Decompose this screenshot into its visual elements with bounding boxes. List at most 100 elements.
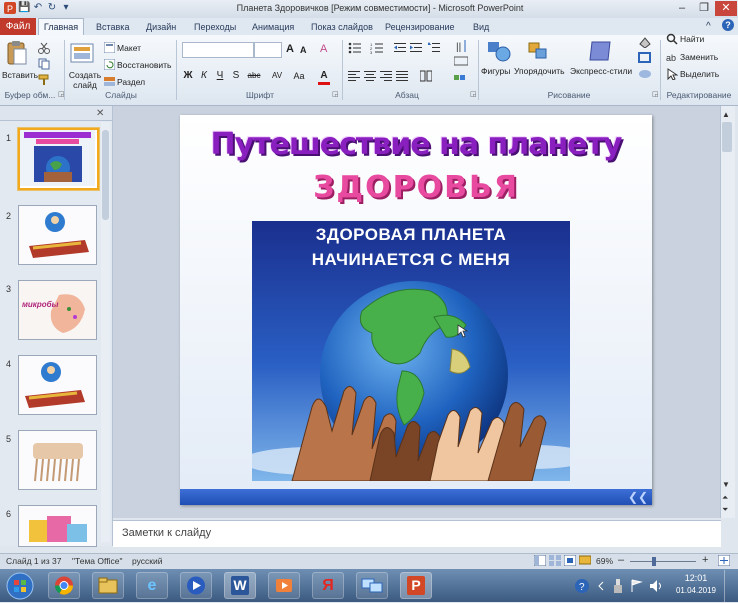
tab-home[interactable]: Главная bbox=[38, 18, 84, 35]
font-launcher-icon[interactable]: ◲ bbox=[332, 90, 339, 98]
find-icon[interactable] bbox=[666, 33, 678, 48]
reset-icon[interactable] bbox=[103, 58, 116, 73]
tab-animation[interactable]: Анимация bbox=[252, 20, 294, 34]
shapes-button[interactable]: Фигуры bbox=[481, 66, 510, 76]
notes-placeholder[interactable]: Заметки к слайду bbox=[122, 527, 211, 539]
taskbar-video[interactable] bbox=[268, 572, 300, 599]
tray-arrow-icon[interactable] bbox=[596, 578, 606, 597]
tab-insert[interactable]: Вставка bbox=[96, 20, 129, 34]
taskbar-word[interactable]: W bbox=[224, 572, 256, 599]
scroll-up-icon[interactable]: ▲ bbox=[722, 110, 730, 119]
arrange-button[interactable]: Упорядочить bbox=[514, 66, 565, 76]
tab-review[interactable]: Рецензирование bbox=[385, 20, 455, 34]
grow-font-button[interactable]: A bbox=[286, 43, 294, 55]
taskbar-powerpoint[interactable]: P bbox=[400, 572, 432, 599]
arrange-icon[interactable] bbox=[526, 40, 552, 64]
tab-transitions[interactable]: Переходы bbox=[194, 20, 236, 34]
new-slide-button[interactable]: Создать слайд bbox=[68, 70, 102, 90]
italic-button[interactable]: К bbox=[198, 70, 210, 82]
current-slide[interactable]: Путешествие на планету ЗДОРОВЬЯ ЗДОРОВАЯ… bbox=[180, 115, 652, 505]
scroll-down-icon[interactable]: ▼ bbox=[722, 480, 730, 489]
zoom-level[interactable]: 69% bbox=[596, 556, 613, 566]
minimize-button[interactable]: – bbox=[672, 1, 692, 16]
slideshow-view-icon[interactable] bbox=[578, 555, 592, 569]
align-right-icon[interactable] bbox=[380, 70, 392, 85]
line-spacing-icon[interactable] bbox=[427, 42, 440, 57]
clear-formatting-button[interactable]: A bbox=[320, 43, 327, 55]
slide-thumbnail-2[interactable] bbox=[18, 205, 97, 265]
drawing-launcher-icon[interactable]: ◲ bbox=[652, 90, 659, 98]
text-direction-icon[interactable]: || bbox=[454, 38, 468, 57]
taskbar-internet-explorer[interactable]: e bbox=[136, 572, 168, 599]
slide-thumbnail-3[interactable] bbox=[18, 280, 97, 340]
show-desktop-button[interactable] bbox=[724, 570, 738, 602]
change-case-button[interactable]: Aa bbox=[290, 70, 308, 82]
quick-styles-button[interactable]: Экспресс-стили bbox=[570, 66, 632, 76]
slide-thumbnail-1[interactable] bbox=[18, 128, 99, 190]
tray-flag-icon[interactable] bbox=[630, 578, 644, 597]
maximize-button[interactable]: ❐ bbox=[694, 1, 714, 16]
taskbar-network[interactable] bbox=[356, 572, 388, 599]
bold-button[interactable]: Ж bbox=[182, 70, 194, 82]
align-text-icon[interactable] bbox=[453, 56, 469, 69]
powerpoint-app-icon[interactable]: P bbox=[4, 2, 16, 14]
slide-title-line-1[interactable]: Путешествие на планету bbox=[180, 127, 652, 162]
slide-title-line-2[interactable]: ЗДОРОВЬЯ bbox=[180, 170, 652, 205]
increase-indent-icon[interactable] bbox=[410, 42, 422, 57]
slide-thumbnail-6[interactable] bbox=[18, 505, 97, 547]
undo-icon[interactable]: ↶ bbox=[32, 2, 44, 14]
reading-view-icon[interactable] bbox=[563, 554, 577, 569]
font-color-button[interactable]: A bbox=[318, 70, 330, 85]
replace-button[interactable]: Заменить bbox=[680, 51, 718, 63]
slides-pane-scroll-thumb[interactable] bbox=[102, 130, 109, 220]
font-size-dropdown[interactable] bbox=[254, 42, 282, 58]
taskbar-media-player[interactable] bbox=[180, 572, 212, 599]
close-pane-icon[interactable]: ✕ bbox=[96, 108, 104, 119]
tab-file[interactable]: Файл bbox=[0, 18, 36, 35]
select-icon[interactable] bbox=[666, 68, 679, 83]
shapes-icon[interactable] bbox=[486, 40, 512, 64]
columns-icon[interactable] bbox=[419, 70, 433, 85]
customize-quick-access-icon[interactable]: ▾ bbox=[60, 2, 72, 14]
taskbar-chrome[interactable] bbox=[48, 572, 80, 599]
shadow-button[interactable]: S bbox=[230, 70, 242, 82]
ribbon-collapse-icon[interactable]: ^ bbox=[706, 20, 711, 34]
zoom-out-button[interactable]: – bbox=[618, 554, 624, 566]
copy-icon[interactable] bbox=[38, 58, 50, 73]
underline-button[interactable]: Ч bbox=[214, 70, 226, 82]
select-button[interactable]: Выделить bbox=[680, 68, 719, 80]
clock-date[interactable]: 01.04.2019 bbox=[674, 586, 718, 595]
tray-usb-icon[interactable] bbox=[612, 578, 624, 597]
start-button-icon[interactable] bbox=[6, 572, 34, 603]
strikethrough-button[interactable]: abc bbox=[244, 70, 264, 82]
layout-button[interactable]: Макет bbox=[117, 42, 141, 54]
layout-icon[interactable] bbox=[103, 41, 116, 56]
justify-icon[interactable] bbox=[396, 70, 408, 85]
new-slide-icon[interactable] bbox=[70, 42, 96, 66]
clock-time[interactable]: 12:01 bbox=[676, 573, 716, 583]
fit-slide-icon[interactable] bbox=[717, 554, 731, 569]
shape-effects-icon[interactable] bbox=[638, 68, 654, 83]
slide-thumbnail-4[interactable] bbox=[18, 355, 97, 415]
quick-styles-icon[interactable] bbox=[588, 38, 614, 64]
replace-icon[interactable]: ab bbox=[666, 51, 678, 66]
normal-view-icon[interactable] bbox=[533, 554, 547, 569]
zoom-slider[interactable] bbox=[630, 561, 696, 562]
language-indicator[interactable]: русский bbox=[132, 556, 163, 566]
paste-button[interactable]: Вставить bbox=[2, 70, 38, 80]
align-left-icon[interactable] bbox=[348, 70, 360, 85]
paragraph-launcher-icon[interactable]: ◲ bbox=[470, 90, 477, 98]
taskbar-yandex[interactable]: Я bbox=[312, 572, 344, 599]
taskbar-explorer[interactable] bbox=[92, 572, 124, 599]
paste-icon[interactable] bbox=[6, 40, 28, 66]
close-button[interactable]: ✕ bbox=[715, 1, 737, 16]
tray-help-icon[interactable]: ? bbox=[574, 578, 590, 597]
cut-icon[interactable] bbox=[38, 42, 50, 57]
redo-icon[interactable]: ↻ bbox=[46, 2, 58, 14]
smartart-icon[interactable] bbox=[454, 72, 468, 87]
save-icon[interactable]: 💾 bbox=[18, 2, 30, 14]
reset-button[interactable]: Восстановить bbox=[117, 59, 171, 71]
slide-scroll-thumb[interactable] bbox=[722, 122, 732, 152]
zoom-in-button[interactable]: + bbox=[702, 554, 708, 566]
shrink-font-button[interactable]: A bbox=[300, 45, 307, 55]
